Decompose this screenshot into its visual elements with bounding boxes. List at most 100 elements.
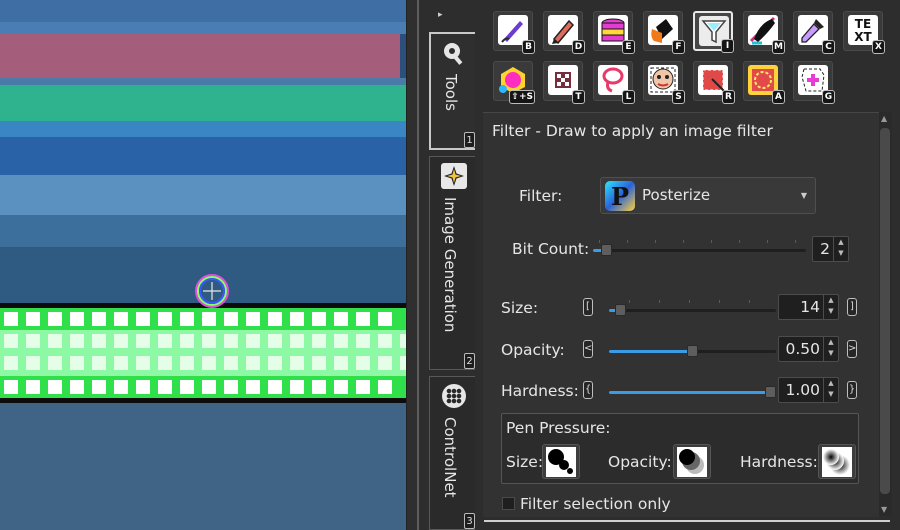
panel-splitter[interactable]	[406, 0, 421, 530]
canvas-stripe	[0, 215, 406, 247]
pressure-size-label: Size:	[506, 453, 544, 471]
shortcut-key: F	[672, 40, 685, 54]
tab-label: Tools	[442, 74, 460, 111]
shortcut-key: X	[872, 40, 885, 54]
scroll-down-icon[interactable]: ▼	[881, 505, 887, 514]
opacity-min-bracket[interactable]: <	[583, 340, 593, 358]
canvas-stripe-pink	[0, 34, 400, 78]
shape-selection-tool-button[interactable]: ⇧+S	[493, 61, 535, 104]
ellipse-selection-tool-button[interactable]: A	[743, 61, 785, 104]
shortcut-key: R	[722, 90, 735, 104]
eyedropper-tool-button[interactable]: C	[793, 11, 835, 54]
image-canvas[interactable]	[0, 0, 406, 530]
size-max-bracket[interactable]: ]	[847, 298, 857, 316]
shortcut-key: C	[822, 40, 835, 54]
shortcut-key: B	[522, 40, 535, 54]
pencil-tool-button[interactable]: D	[543, 11, 585, 54]
panel-title: Filter - Draw to apply an image filter	[492, 122, 773, 140]
selection-fill-tool-button[interactable]: G	[793, 61, 835, 104]
spin-arrows-icon[interactable]: ▲ ▼	[823, 295, 838, 319]
fill-tool-button[interactable]: F	[643, 11, 685, 54]
brush-cursor-icon	[195, 274, 229, 308]
svg-text:TE: TE	[855, 17, 871, 31]
dock-collapse-button[interactable]: ▸	[438, 10, 443, 20]
pressure-size-toggle[interactable]	[542, 444, 580, 479]
hardness-label: Hardness:	[501, 382, 579, 400]
tab-shortcut-badge: 1	[464, 132, 475, 148]
pressure-hardness-icon	[822, 447, 852, 477]
brush-tool-button[interactable]: B	[493, 11, 535, 54]
opacity-max-bracket[interactable]: >	[847, 340, 857, 358]
tab-tools[interactable]: Tools 1	[429, 32, 475, 150]
glow-film-band	[0, 308, 406, 398]
shortcut-key: T	[572, 90, 585, 104]
filter-select[interactable]: P Posterize ▼	[600, 177, 816, 214]
tab-label: ControlNet	[441, 417, 459, 498]
size-label: Size:	[501, 299, 539, 317]
shortcut-key: L	[622, 90, 635, 104]
transform-tool-button[interactable]: T	[543, 61, 585, 104]
bit-count-value: 2	[820, 240, 830, 258]
tab-shortcut-badge: 2	[464, 353, 475, 369]
shortcut-key: A	[772, 90, 785, 104]
opacity-spinbox[interactable]: 0.50 ▲ ▼	[778, 336, 839, 362]
canvas-stripe-green	[0, 85, 406, 121]
opacity-label: Opacity:	[501, 341, 565, 359]
bit-count-label: Bit Count:	[512, 240, 590, 258]
opacity-slider[interactable]	[609, 341, 776, 361]
bit-count-spinbox[interactable]: 2 ▲ ▼	[812, 236, 849, 262]
canvas-stripe	[0, 175, 406, 215]
spin-arrows-icon[interactable]: ▲ ▼	[823, 378, 838, 402]
hardness-slider[interactable]	[609, 382, 776, 402]
canvas-stripe	[0, 0, 406, 22]
wrench-gear-icon	[444, 43, 463, 65]
sparkle-icon	[441, 163, 467, 189]
lasso-tool-button[interactable]: L	[593, 61, 635, 104]
pen-pressure-title: Pen Pressure:	[506, 419, 611, 437]
size-slider[interactable]	[609, 300, 776, 320]
size-min-bracket[interactable]: [	[583, 298, 593, 316]
scroll-up-icon[interactable]: ▲	[881, 114, 887, 123]
rectangle-selection-tool-button[interactable]: R	[693, 61, 735, 104]
shortcut-key: I	[721, 39, 734, 53]
filter-label: Filter:	[519, 187, 563, 205]
shortcut-key: G	[822, 90, 835, 104]
tab-image-generation[interactable]: Image Generation 2	[429, 156, 475, 370]
tab-controlnet[interactable]: ControlNet 3	[429, 376, 475, 530]
spin-arrows-icon[interactable]: ▲ ▼	[823, 337, 838, 361]
eraser-tool-button[interactable]: E	[593, 11, 635, 54]
panel-scrollbar[interactable]: ▲ ▼	[879, 112, 892, 516]
pressure-hardness-label: Hardness:	[740, 453, 818, 471]
chevron-down-icon: ▼	[800, 191, 807, 200]
pressure-hardness-toggle[interactable]	[818, 444, 856, 479]
canvas-noise-area	[0, 403, 406, 530]
spin-arrows-icon[interactable]: ▲ ▼	[833, 237, 848, 261]
filter-tool-button[interactable]: I	[693, 11, 734, 53]
scrollbar-thumb[interactable]	[880, 128, 890, 494]
panel-bottom-divider	[484, 520, 890, 522]
hardness-max-bracket[interactable]: }	[847, 381, 857, 399]
svg-text:P: P	[611, 182, 629, 211]
canvas-stripe-blue	[0, 137, 406, 175]
size-value: 14	[800, 298, 820, 316]
pressure-opacity-icon	[677, 447, 707, 477]
hardness-min-bracket[interactable]: {	[583, 381, 593, 399]
text-tool-button[interactable]: TE XT X	[843, 11, 885, 54]
shortcut-key: M	[772, 40, 785, 54]
canvas-stripe	[0, 121, 406, 137]
smudge-tool-button[interactable]: M	[743, 11, 785, 54]
opacity-value: 0.50	[785, 340, 820, 358]
pressure-opacity-toggle[interactable]	[673, 444, 711, 479]
bit-count-slider[interactable]	[593, 240, 806, 260]
posterize-icon: P	[605, 181, 635, 211]
filter-selection-only-checkbox[interactable]	[502, 497, 515, 510]
shortcut-key: ⇧+S	[509, 90, 535, 104]
size-spinbox[interactable]: 14 ▲ ▼	[778, 294, 839, 320]
tab-label: Image Generation	[441, 197, 459, 333]
hardness-value: 1.00	[785, 381, 820, 399]
shortcut-key: E	[622, 40, 635, 54]
smart-selection-tool-button[interactable]: S	[643, 61, 685, 104]
hardness-spinbox[interactable]: 1.00 ▲ ▼	[778, 377, 839, 403]
pressure-opacity-label: Opacity:	[608, 453, 672, 471]
svg-text:XT: XT	[854, 30, 872, 44]
